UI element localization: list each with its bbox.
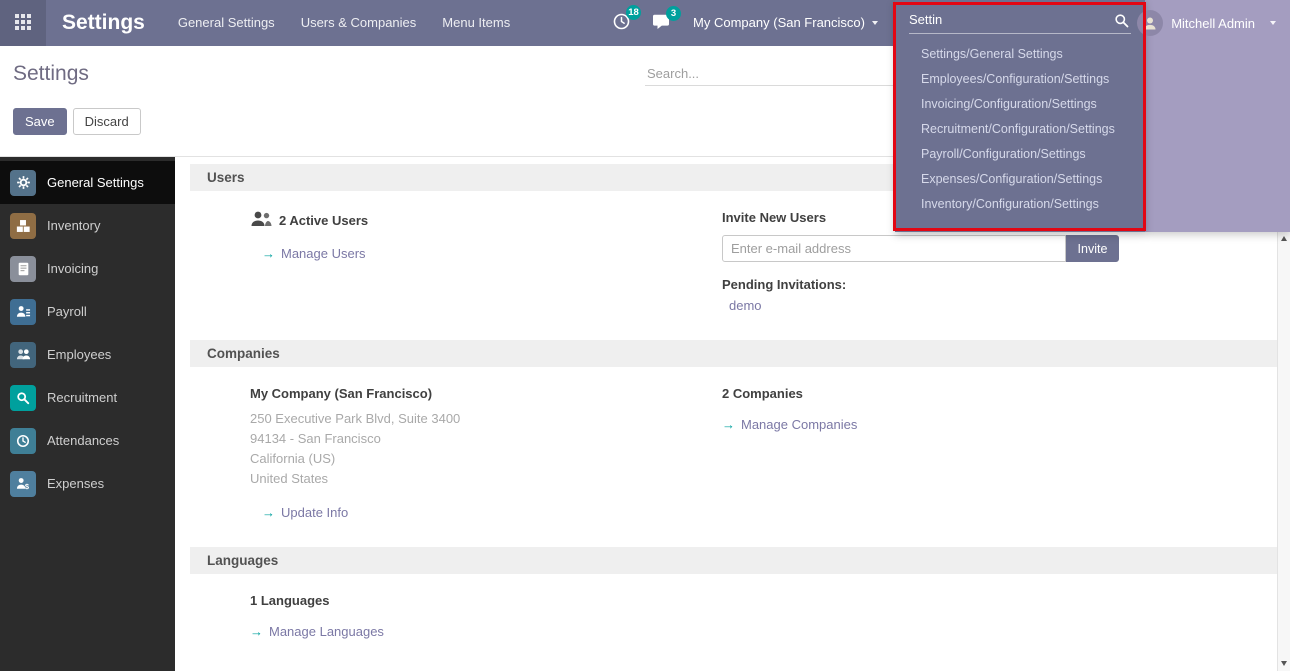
arrow-right-icon: → [262,246,275,261]
save-button[interactable]: Save [13,108,67,135]
menu-search-result[interactable]: Employees/Configuration/Settings [895,66,1145,91]
message-count-badge: 3 [666,6,681,21]
arrow-right-icon: → [262,505,275,520]
sidebar-item-label: Employees [47,347,111,362]
employees-icon [10,342,36,368]
menu-search-result[interactable]: Settings/General Settings [895,41,1145,66]
company-switcher-label: My Company (San Francisco) [693,0,865,46]
section-header-companies: Companies [190,340,1277,367]
company-address: 250 Executive Park Blvd, Suite 3400 9413… [250,409,722,489]
company-switcher[interactable]: My Company (San Francisco) [681,0,890,46]
sidebar-item-payroll[interactable]: Payroll [0,290,175,333]
svg-text:$: $ [24,482,29,491]
active-users-count: 2 Active Users [279,213,368,228]
app-title: Settings [46,11,165,35]
sidebar-item-label: Payroll [47,304,87,319]
sidebar-item-employees[interactable]: Employees [0,333,175,376]
gear-icon [10,170,36,196]
address-line: 250 Executive Park Blvd, Suite 3400 [250,409,722,429]
sidebar-item-label: Inventory [47,218,100,233]
menu-menu-items[interactable]: Menu Items [429,0,523,46]
menu-users-companies[interactable]: Users & Companies [288,0,430,46]
menu-search-results: Settings/General Settings Employees/Conf… [895,34,1145,216]
update-info-link[interactable]: → Update Info [262,505,722,520]
invite-email-input[interactable] [722,235,1066,262]
pending-invitations-label: Pending Invitations: [722,277,1277,292]
address-line: California (US) [250,449,722,469]
user-name: Mitchell Admin [1171,16,1255,31]
sidebar-item-label: Recruitment [47,390,117,405]
sidebar-item-label: Invoicing [47,261,98,276]
invoice-icon [10,256,36,282]
menu-search-input[interactable] [909,9,1131,34]
manage-companies-link[interactable]: → Manage Companies [722,417,1277,432]
menu-general-settings[interactable]: General Settings [165,0,288,46]
sidebar-item-label: Expenses [47,476,104,491]
companies-count: 2 Companies [722,386,1277,401]
caret-down-icon [1270,21,1276,25]
apps-grid-icon [15,14,31,33]
sidebar-item-expenses[interactable]: $ Expenses [0,462,175,505]
caret-down-icon [872,21,878,25]
pending-user-link[interactable]: demo [729,298,1277,313]
messages-button[interactable]: 3 [641,6,681,41]
address-line: 94134 - San Francisco [250,429,722,449]
sidebar-item-invoicing[interactable]: Invoicing [0,247,175,290]
scroll-down-icon[interactable] [1281,661,1287,666]
app-menu: General Settings Users & Companies Menu … [165,0,523,46]
menu-search-result[interactable]: Expenses/Configuration/Settings [895,166,1145,191]
users-group-icon [250,210,272,230]
languages-count: 1 Languages [250,593,722,608]
settings-sidebar: General Settings Inventory Invoicing Pay… [0,157,175,671]
manage-users-label: Manage Users [281,246,366,261]
manage-languages-link[interactable]: → Manage Languages [250,624,722,639]
sidebar-item-inventory[interactable]: Inventory [0,204,175,247]
manage-companies-label: Manage Companies [741,417,857,432]
sidebar-item-attendances[interactable]: Attendances [0,419,175,462]
scroll-up-icon[interactable] [1281,236,1287,241]
company-name: My Company (San Francisco) [250,386,722,401]
recruitment-icon [10,385,36,411]
menu-search-dropdown: Settings/General Settings Employees/Conf… [895,0,1145,232]
sidebar-item-recruitment[interactable]: Recruitment [0,376,175,419]
settings-content: Users 2 Active Users →Manage Users Invit… [175,157,1277,671]
form-buttons: Save Discard [13,108,141,135]
apps-menu-button[interactable] [0,0,46,46]
user-menu[interactable]: Mitchell Admin [1137,0,1290,46]
sidebar-item-label: General Settings [47,175,144,190]
menu-search-result[interactable]: Payroll/Configuration/Settings [895,141,1145,166]
invite-button[interactable]: Invite [1066,235,1119,262]
menu-search-result[interactable]: Inventory/Configuration/Settings [895,191,1145,216]
languages-section: 1 Languages → Manage Languages [175,574,1277,659]
activity-count-badge: 18 [626,5,641,20]
arrow-right-icon: → [250,624,263,639]
manage-languages-label: Manage Languages [269,624,384,639]
page-title: Settings [13,62,89,86]
attendance-icon [10,428,36,454]
section-header-languages: Languages [190,547,1277,574]
discard-button[interactable]: Discard [73,108,141,135]
arrow-right-icon: → [722,417,735,432]
address-line: United States [250,469,722,489]
update-info-label: Update Info [281,505,348,520]
menu-search-result[interactable]: Recruitment/Configuration/Settings [895,116,1145,141]
menu-search-result[interactable]: Invoicing/Configuration/Settings [895,91,1145,116]
boxes-icon [10,213,36,239]
payroll-icon [10,299,36,325]
systray: 18 3 My Company (San Francisco) [602,0,890,46]
activities-button[interactable]: 18 [602,5,641,41]
sidebar-item-label: Attendances [47,433,119,448]
manage-users-link[interactable]: → Manage Users [262,246,722,261]
user-avatar [1137,10,1163,36]
expenses-icon: $ [10,471,36,497]
sidebar-item-general-settings[interactable]: General Settings [0,161,175,204]
companies-section: My Company (San Francisco) 250 Executive… [175,367,1277,540]
